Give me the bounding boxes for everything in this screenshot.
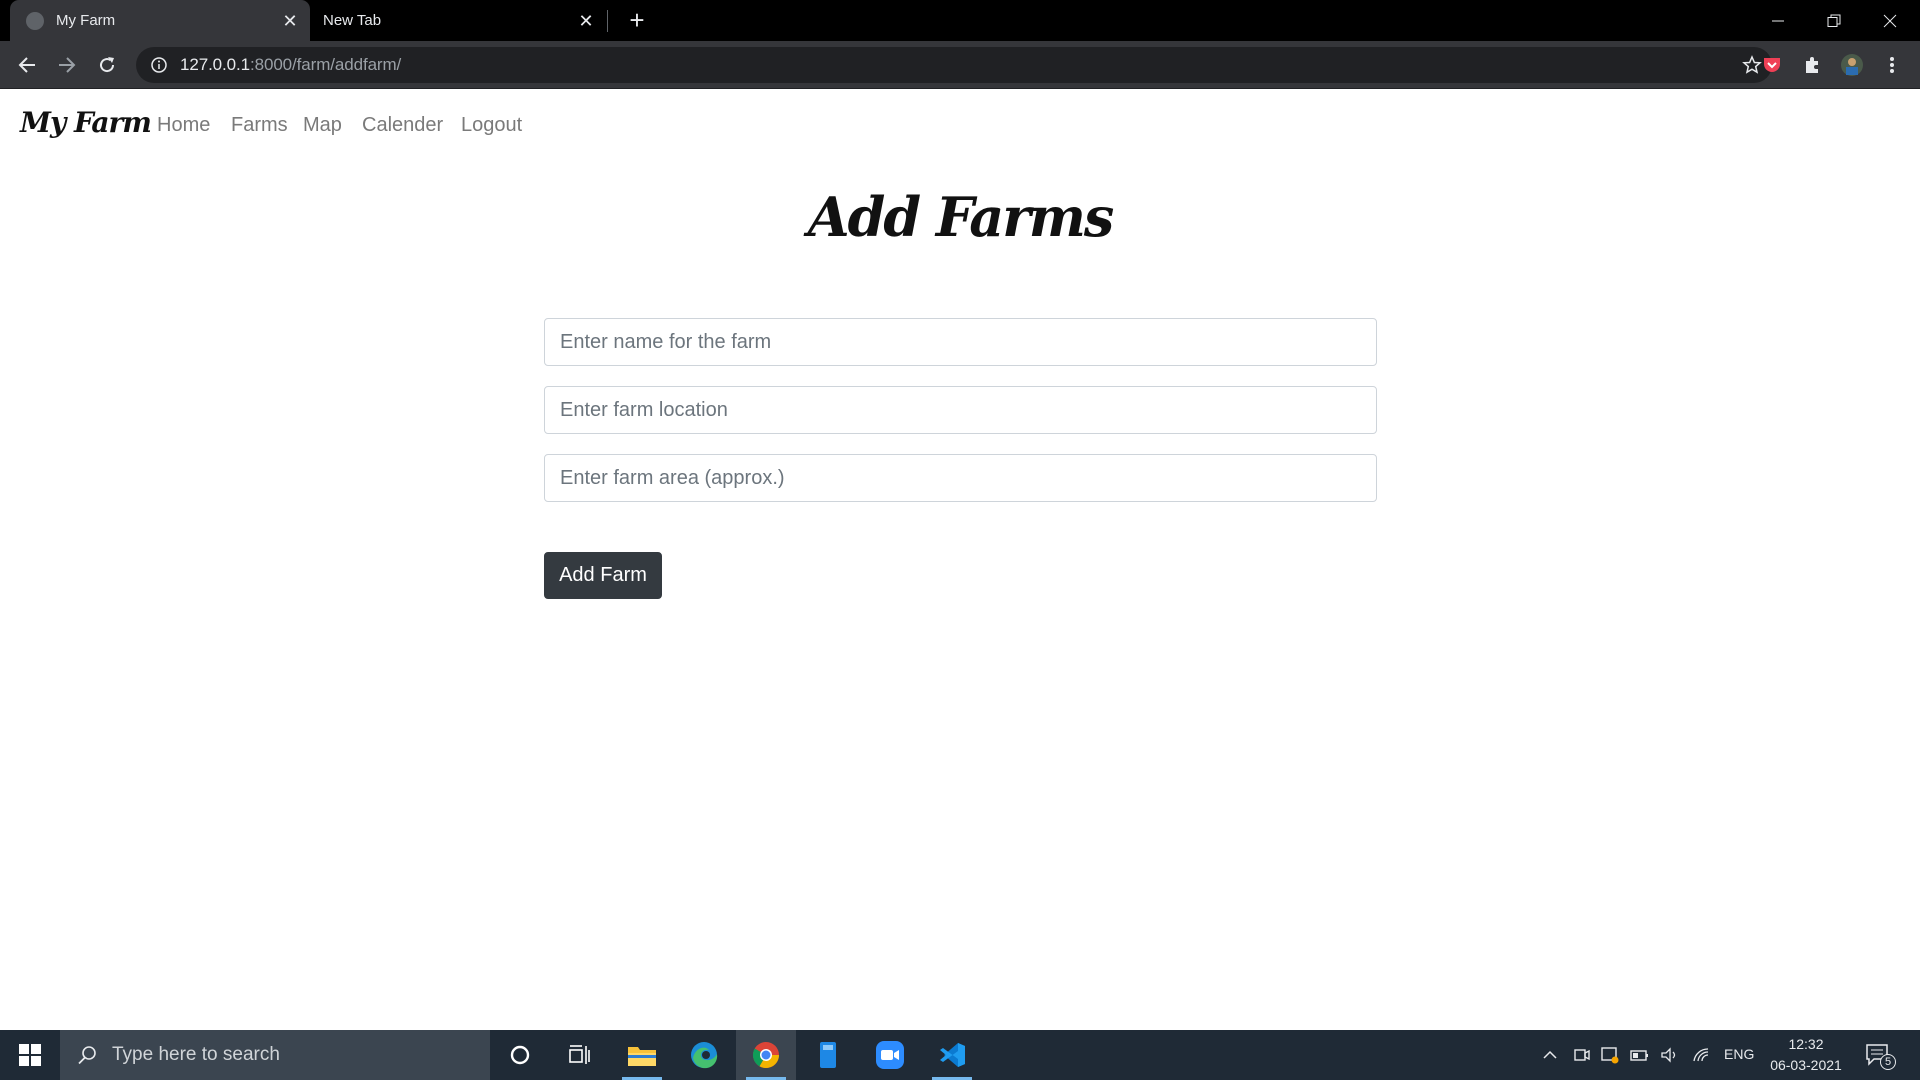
wifi-icon[interactable]: [1692, 1045, 1712, 1065]
edge-app[interactable]: [674, 1030, 734, 1080]
vscode-app[interactable]: [922, 1030, 982, 1080]
volume-icon[interactable]: [1660, 1045, 1680, 1065]
page-content: My Farm Home Farms Map Calender Logout A…: [0, 90, 1920, 1030]
tab-new-tab[interactable]: New Tab ✕: [310, 0, 606, 41]
tray-overflow-chevron-icon[interactable]: [1540, 1045, 1560, 1065]
zoom-app[interactable]: [860, 1030, 920, 1080]
url-path: :8000/farm/addfarm/: [250, 55, 402, 74]
new-tab-button[interactable]: +: [624, 7, 650, 34]
file-explorer-app[interactable]: [612, 1030, 672, 1080]
minimize-button[interactable]: [1750, 0, 1806, 41]
tab-title: New Tab: [323, 12, 382, 29]
back-arrow-icon: [18, 57, 35, 73]
clock-time: 12:32: [1788, 1036, 1824, 1052]
search-icon: [78, 1046, 96, 1065]
nav-farms[interactable]: Farms: [231, 114, 288, 137]
restore-icon: [1827, 14, 1841, 27]
site-info-icon[interactable]: [150, 56, 168, 74]
task-view-button[interactable]: [550, 1030, 610, 1080]
close-window-button[interactable]: [1862, 0, 1918, 41]
meet-now-icon[interactable]: [1572, 1045, 1592, 1065]
notification-count-badge: 5: [1880, 1054, 1896, 1070]
system-clock[interactable]: 12:32 06-03-2021: [1766, 1034, 1846, 1076]
browser-toolbar: 127.0.0.1:8000/farm/addfarm/: [0, 41, 1920, 89]
nav-logout[interactable]: Logout: [461, 114, 522, 137]
close-tab-icon[interactable]: ✕: [280, 11, 300, 31]
url-text[interactable]: 127.0.0.1:8000/farm/addfarm/: [180, 55, 401, 75]
tab-title: My Farm: [56, 12, 116, 29]
reload-button[interactable]: [91, 49, 123, 81]
more-menu-icon[interactable]: [1880, 53, 1904, 77]
input-language[interactable]: ENG: [1724, 1046, 1754, 1062]
close-icon: [1883, 14, 1897, 27]
close-tab-icon[interactable]: ✕: [576, 11, 596, 31]
minimize-icon: [1772, 20, 1784, 21]
reload-icon: [100, 57, 115, 73]
nav-calender[interactable]: Calender: [362, 114, 443, 137]
cortana-circle-icon: [510, 1045, 530, 1065]
nav-map[interactable]: Map: [303, 114, 342, 137]
start-button[interactable]: [0, 1030, 60, 1080]
cortana-button[interactable]: [490, 1030, 550, 1080]
pocket-extension-icon[interactable]: [1760, 53, 1784, 77]
profile-avatar[interactable]: [1840, 53, 1864, 77]
taskbar-search-box[interactable]: Type here to search: [60, 1030, 490, 1080]
farm-area-input[interactable]: [544, 454, 1377, 502]
chrome-icon: [752, 1042, 780, 1069]
edge-browser-icon: [691, 1042, 718, 1069]
folder-icon: [628, 1047, 656, 1066]
windows-logo-icon: [19, 1044, 41, 1066]
site-navbar: My Farm Home Farms Map Calender Logout: [0, 90, 1920, 162]
task-view-icon: [569, 1045, 590, 1064]
windows-taskbar: Type here to search ENG 12:32 06-03-2021…: [0, 1030, 1920, 1080]
chrome-app[interactable]: [736, 1030, 796, 1080]
add-farm-button[interactable]: Add Farm: [544, 552, 662, 599]
zoom-video-icon: [876, 1041, 904, 1069]
farm-name-input[interactable]: [544, 318, 1377, 366]
browser-tab-strip: My Farm ✕ New Tab ✕ +: [0, 0, 1920, 41]
clock-date: 06-03-2021: [1770, 1057, 1842, 1073]
globe-icon: [26, 11, 44, 30]
security-center-icon[interactable]: [1600, 1045, 1620, 1065]
nav-home[interactable]: Home: [157, 114, 210, 137]
forward-button[interactable]: [51, 49, 83, 81]
extensions-puzzle-icon[interactable]: [1800, 53, 1824, 77]
tab-divider: [607, 10, 608, 32]
restore-button[interactable]: [1806, 0, 1862, 41]
url-host: 127.0.0.1: [180, 55, 250, 74]
search-placeholder: Type here to search: [112, 1044, 280, 1065]
back-button[interactable]: [11, 49, 43, 81]
site-brand-logo[interactable]: My Farm: [20, 106, 152, 139]
vscode-icon: [940, 1043, 965, 1067]
bookmark-star-icon[interactable]: [1742, 55, 1762, 75]
forward-arrow-icon: [59, 57, 76, 73]
tab-my-farm[interactable]: My Farm ✕: [10, 0, 310, 41]
page-title: Add Farms: [807, 185, 1115, 249]
notebook-icon: [820, 1042, 836, 1068]
notes-app[interactable]: [798, 1030, 858, 1080]
farm-location-input[interactable]: [544, 386, 1377, 434]
address-bar[interactable]: 127.0.0.1:8000/farm/addfarm/: [136, 47, 1772, 83]
battery-icon[interactable]: [1630, 1045, 1650, 1065]
